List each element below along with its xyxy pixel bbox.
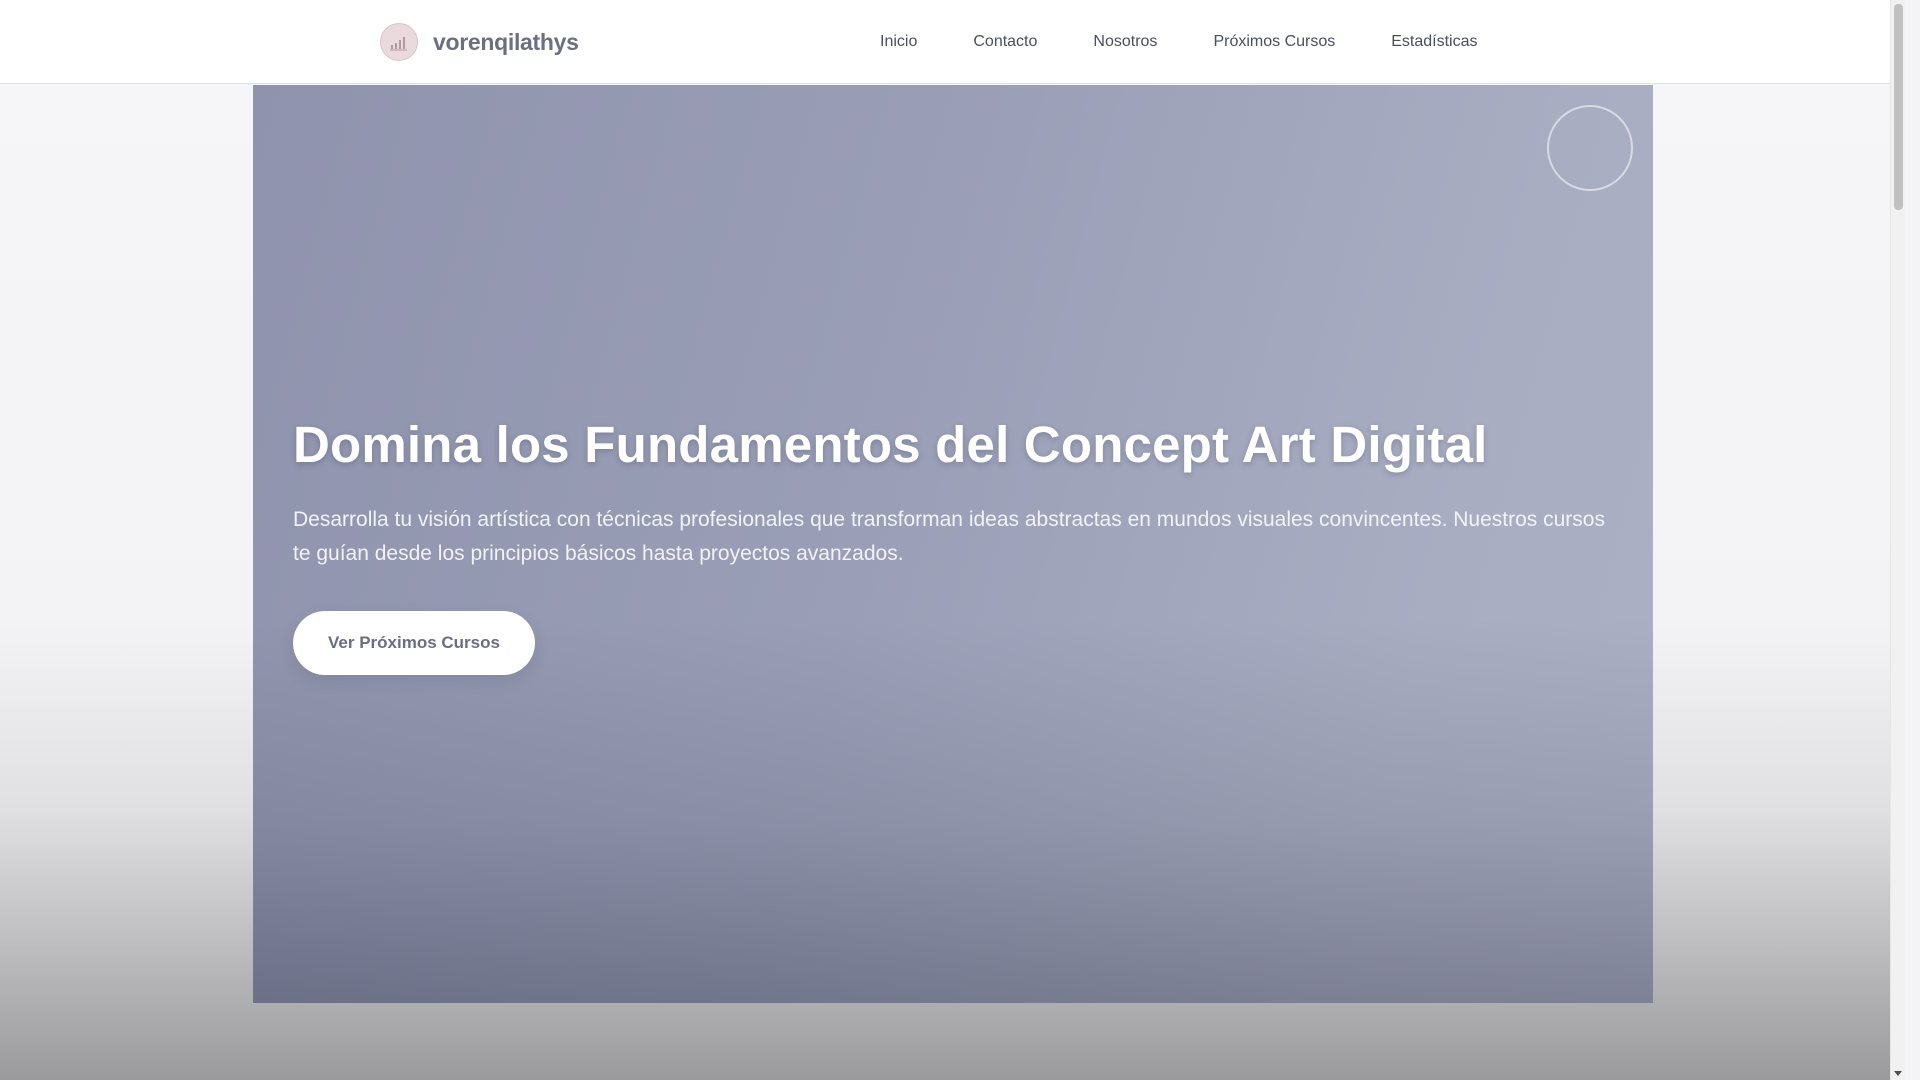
nav-link-estadisticas[interactable]: Estadísticas xyxy=(1391,33,1477,51)
view-courses-button[interactable]: Ver Próximos Cursos xyxy=(293,611,535,676)
nav-link-proximos-cursos[interactable]: Próximos Cursos xyxy=(1213,33,1335,51)
scrollbar-thumb[interactable] xyxy=(1894,4,1903,210)
hero-section: Domina los Fundamentos del Concept Art D… xyxy=(253,85,1653,1003)
main-nav: Inicio Contacto Nosotros Próximos Cursos… xyxy=(880,0,1478,84)
page: vorenqilathys Inicio Contacto Nosotros P… xyxy=(0,0,1905,1080)
navbar: vorenqilathys Inicio Contacto Nosotros P… xyxy=(0,0,1905,84)
nav-link-contacto[interactable]: Contacto xyxy=(973,33,1037,51)
nav-link-nosotros[interactable]: Nosotros xyxy=(1093,33,1157,51)
vertical-scrollbar[interactable] xyxy=(1890,0,1905,1080)
hero-title: Domina los Fundamentos del Concept Art D… xyxy=(293,416,1488,473)
hero-content: Domina los Fundamentos del Concept Art D… xyxy=(293,415,1613,676)
scroll-down-arrow-icon[interactable] xyxy=(1894,1071,1902,1076)
brand-name: vorenqilathys xyxy=(433,28,579,55)
circle-outline-icon xyxy=(1547,105,1633,191)
bar-chart-logo-icon xyxy=(380,23,418,61)
brand-link[interactable]: vorenqilathys xyxy=(380,23,579,61)
nav-link-inicio[interactable]: Inicio xyxy=(880,33,917,51)
hero-description: Desarrolla tu visión artística con técni… xyxy=(293,508,1605,566)
